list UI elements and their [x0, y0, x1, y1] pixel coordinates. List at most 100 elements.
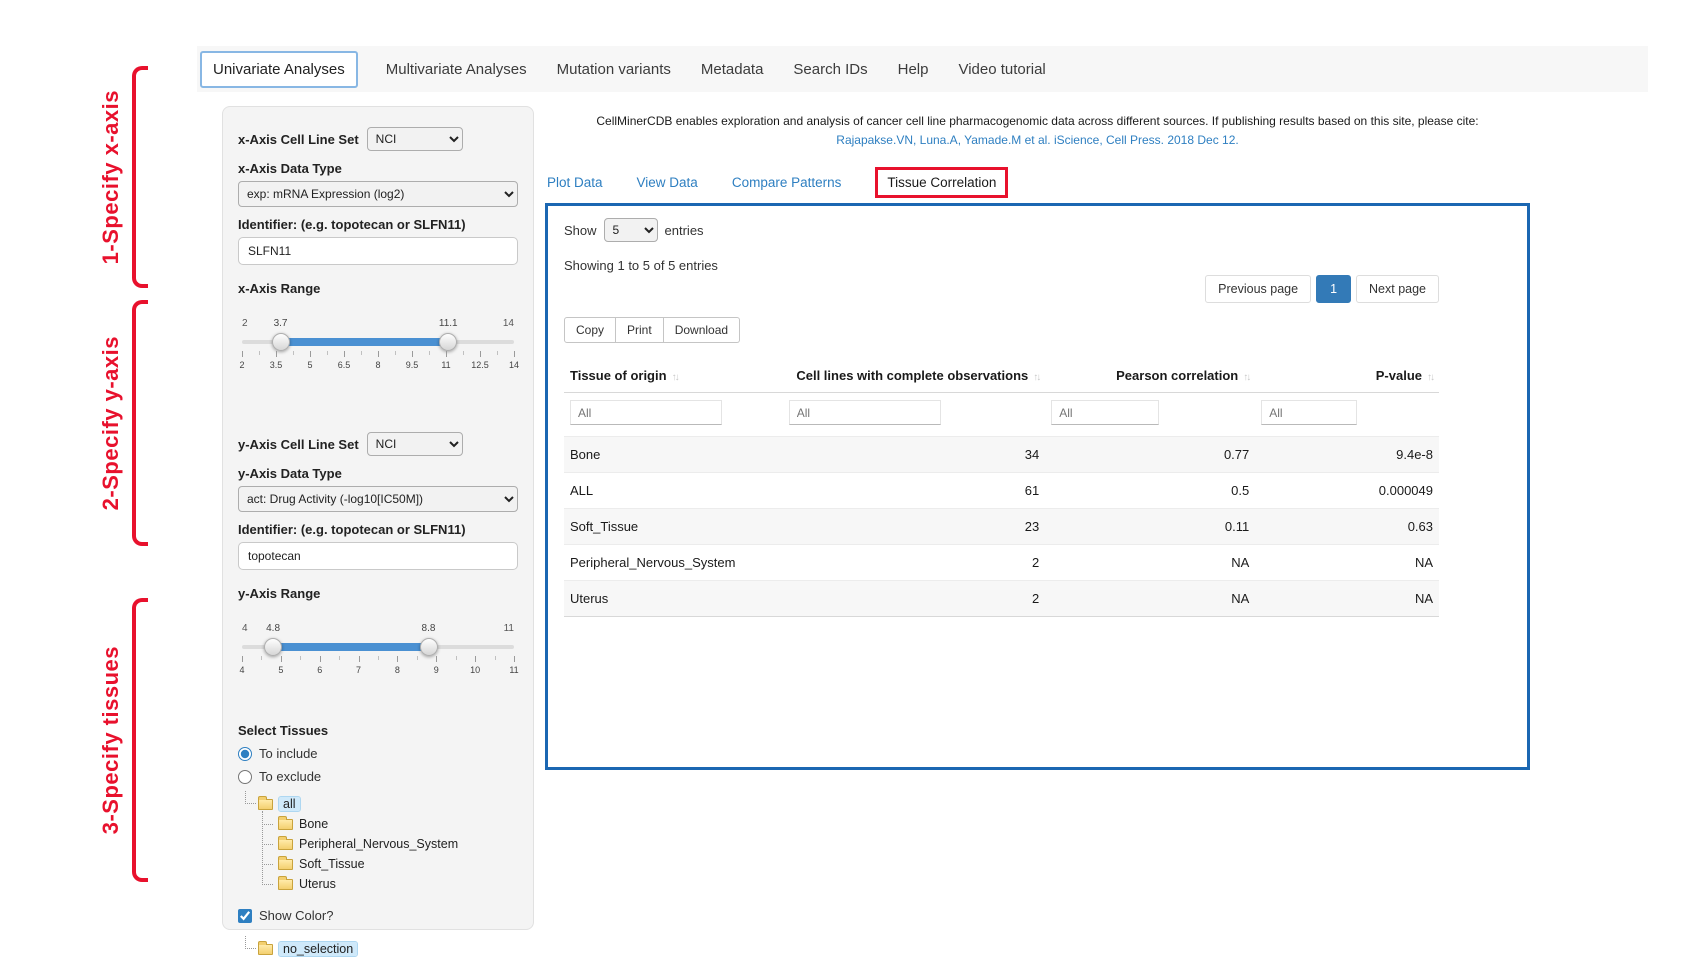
cell-tissue-of-origin: Soft_Tissue: [564, 509, 783, 545]
subtab-compare-patterns[interactable]: Compare Patterns: [732, 175, 842, 190]
tree-item-peripheral-nervous-system[interactable]: Peripheral_Nervous_System: [256, 834, 518, 854]
tree-item-label: Uterus: [299, 877, 336, 891]
subtab-view-data[interactable]: View Data: [637, 175, 698, 190]
folder-icon: [278, 839, 293, 850]
correlation-table: Tissue of origin↑↓Cell lines with comple…: [564, 359, 1439, 617]
x-axis-range-slider[interactable]: 2143.711.123.556.589.51112.514: [242, 318, 514, 382]
showing-text: Showing 1 to 5 of 5 entries: [564, 258, 1439, 273]
citation-text: CellMinerCDB enables exploration and ana…: [545, 112, 1530, 131]
entries-label: entries: [665, 223, 704, 238]
y-cell-line-set-select[interactable]: NCI: [367, 432, 463, 456]
folder-icon: [278, 859, 293, 870]
next-page-button[interactable]: Next page: [1356, 275, 1439, 303]
table-row: Soft_Tissue230.110.63: [564, 509, 1439, 545]
y-identifier-label: Identifier: (e.g. topotecan or SLFN11): [238, 522, 518, 537]
nav-tab-help[interactable]: Help: [896, 52, 931, 87]
annotation-step2-bracket: [132, 300, 148, 546]
tree-item-all-label: all: [279, 797, 300, 811]
sort-arrows-icon: ↑↓: [1243, 372, 1249, 383]
show-label: Show: [564, 223, 597, 238]
citation-link[interactable]: Rajapakse.VN, Luna.A, Yamade.M et al. iS…: [545, 131, 1530, 150]
column-header-pearson-correlation[interactable]: Pearson correlation↑↓: [1045, 359, 1255, 393]
show-color-checkbox[interactable]: [238, 909, 252, 923]
tree-item-no-selection-label: no_selection: [279, 942, 357, 956]
copy-button[interactable]: Copy: [564, 317, 616, 343]
nav-tab-metadata[interactable]: Metadata: [699, 52, 766, 87]
tree-item-label: Peripheral_Nervous_System: [299, 837, 458, 851]
show-color-option[interactable]: Show Color?: [238, 908, 518, 923]
to-include-radio[interactable]: [238, 747, 252, 761]
table-row: Bone340.779.4e-8: [564, 437, 1439, 473]
slider-track[interactable]: [242, 336, 514, 348]
nav-tab-multivariate-analyses[interactable]: Multivariate Analyses: [384, 52, 529, 87]
column-header-p-value[interactable]: P-value↑↓: [1255, 359, 1439, 393]
tree-item-bone[interactable]: Bone: [256, 814, 518, 834]
print-button[interactable]: Print: [616, 317, 664, 343]
x-cell-line-set-select[interactable]: NCI: [367, 127, 463, 151]
filter-input-p-value[interactable]: [1261, 400, 1357, 425]
to-include-option[interactable]: To include: [238, 746, 518, 761]
to-exclude-option[interactable]: To exclude: [238, 769, 518, 784]
nav-tab-video-tutorial[interactable]: Video tutorial: [956, 52, 1047, 87]
show-entries-row: Show 5 entries: [564, 218, 1439, 242]
x-axis-range-slider-low-handle[interactable]: [272, 333, 290, 351]
x-identifier-label: Identifier: (e.g. topotecan or SLFN11): [238, 217, 518, 232]
main-content: CellMinerCDB enables exploration and ana…: [545, 112, 1665, 770]
annotation-step1-label: 1-Specify x-axis: [98, 90, 124, 264]
cell-value: 61: [783, 473, 1046, 509]
y-axis-range-slider[interactable]: 4114.88.84567891011: [242, 623, 514, 687]
cell-value: NA: [1255, 545, 1439, 581]
tree-item-soft-tissue[interactable]: Soft_Tissue: [256, 854, 518, 874]
folder-icon: [258, 799, 273, 810]
y-data-type-label: y-Axis Data Type: [238, 466, 518, 481]
cell-value: 9.4e-8: [1255, 437, 1439, 473]
folder-icon: [278, 879, 293, 890]
x-range-label: x-Axis Range: [238, 281, 518, 296]
y-range-label: y-Axis Range: [238, 586, 518, 601]
subtab-plot-data[interactable]: Plot Data: [547, 175, 603, 190]
previous-page-button[interactable]: Previous page: [1205, 275, 1311, 303]
filter-input-tissue-of-origin[interactable]: [570, 400, 722, 425]
pagination: Previous page 1 Next page: [564, 275, 1439, 303]
x-axis-range-slider-high-handle[interactable]: [439, 333, 457, 351]
column-header-cell-lines-with-complete-observations[interactable]: Cell lines with complete observations↑↓: [783, 359, 1046, 393]
x-data-type-select[interactable]: exp: mRNA Expression (log2): [238, 181, 518, 207]
y-data-type-select[interactable]: act: Drug Activity (-log10[IC50M]): [238, 486, 518, 512]
y-identifier-input[interactable]: [238, 542, 518, 570]
tree-item-uterus[interactable]: Uterus: [256, 874, 518, 894]
entries-select[interactable]: 5: [604, 218, 658, 242]
y-axis-range-slider-high-handle[interactable]: [420, 638, 438, 656]
folder-icon: [278, 819, 293, 830]
tissue-correlation-panel: Show 5 entries Showing 1 to 5 of 5 entri…: [545, 203, 1530, 770]
x-identifier-input[interactable]: [238, 237, 518, 265]
cell-value: 2: [783, 581, 1046, 617]
download-button[interactable]: Download: [664, 317, 740, 343]
folder-icon: [258, 944, 273, 955]
subtabs: Plot Data View Data Compare Patterns Tissue…: [547, 165, 1665, 199]
nav-tab-univariate-analyses[interactable]: Univariate Analyses: [200, 51, 358, 88]
tree-item-all[interactable]: all: [242, 794, 518, 814]
slider-track[interactable]: [242, 641, 514, 653]
column-header-tissue-of-origin[interactable]: Tissue of origin↑↓: [564, 359, 783, 393]
nav-tab-search-ids[interactable]: Search IDs: [791, 52, 869, 87]
table-row: Peripheral_Nervous_System2NANA: [564, 545, 1439, 581]
to-exclude-radio[interactable]: [238, 770, 252, 784]
tree-item-no-selection[interactable]: no_selection: [242, 939, 518, 959]
export-button-group: Copy Print Download: [564, 317, 740, 343]
tissue-tree-children: Bone Peripheral_Nervous_System Soft_Tissue…: [256, 814, 518, 894]
cell-value: 0.77: [1045, 437, 1255, 473]
slider-value-labels: 4114.88.8: [242, 623, 514, 636]
annotation-step3-bracket: [132, 598, 148, 882]
annotation-step3-label: 3-Specify tissues: [98, 646, 124, 834]
cell-value: 34: [783, 437, 1046, 473]
filter-input-cell-lines-with-complete-observations[interactable]: [789, 400, 941, 425]
subtab-tissue-correlation[interactable]: Tissue Correlation: [875, 167, 1008, 198]
top-nav-tabs: Univariate Analyses Multivariate Analyses…: [197, 46, 1648, 92]
nav-tab-mutation-variants[interactable]: Mutation variants: [555, 52, 673, 87]
current-page-button[interactable]: 1: [1316, 275, 1351, 303]
slider-selected-range: [281, 338, 449, 346]
to-exclude-label: To exclude: [259, 769, 321, 784]
cell-value: NA: [1255, 581, 1439, 617]
y-axis-range-slider-low-handle[interactable]: [264, 638, 282, 656]
filter-input-pearson-correlation[interactable]: [1051, 400, 1159, 425]
